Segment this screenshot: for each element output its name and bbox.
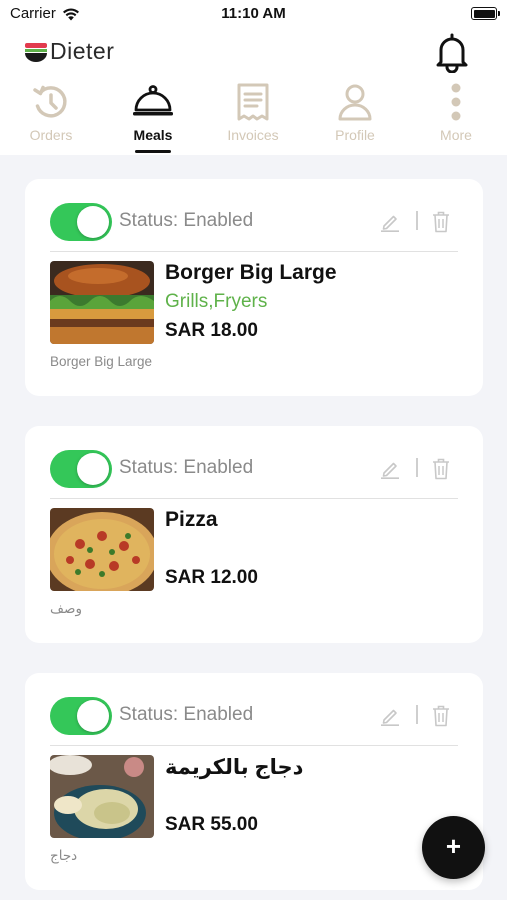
history-icon bbox=[33, 85, 67, 118]
meal-image-pizza bbox=[50, 508, 154, 591]
more-vertical-icon bbox=[451, 83, 461, 121]
battery-icon bbox=[471, 7, 500, 20]
status-label: Status: Enabled bbox=[119, 704, 254, 725]
meal-price: SAR 18.00 bbox=[165, 320, 258, 341]
tab-meals-label: Meals bbox=[133, 127, 173, 143]
tab-more-label: More bbox=[440, 127, 472, 143]
meal-name: Borger Big Large bbox=[165, 261, 337, 284]
status-toggle[interactable] bbox=[50, 450, 112, 488]
add-meal-button[interactable]: + bbox=[422, 816, 485, 879]
tab-orders-label: Orders bbox=[29, 127, 73, 143]
status-bar: Carrier 11:10 AM bbox=[0, 0, 507, 28]
edit-icon[interactable] bbox=[380, 212, 400, 232]
edit-icon[interactable] bbox=[380, 706, 400, 726]
logo-text: Dieter bbox=[50, 38, 115, 64]
status-label: Status: Enabled bbox=[119, 457, 254, 478]
meal-card[interactable]: Status: Enabled دجاج بالكريمة SAR 55.00 … bbox=[25, 673, 483, 890]
meal-image-burger bbox=[50, 261, 154, 344]
meal-description: Borger Big Large bbox=[50, 354, 153, 369]
meal-name: دجاج بالكريمة bbox=[165, 756, 304, 779]
status-toggle[interactable] bbox=[50, 697, 112, 735]
main-nav: Orders Meals Invoices Profile More bbox=[0, 82, 507, 155]
status-label: Status: Enabled bbox=[119, 210, 254, 231]
person-icon bbox=[338, 84, 372, 121]
trash-icon[interactable] bbox=[432, 458, 450, 480]
action-separator bbox=[416, 211, 418, 230]
meal-card[interactable]: Status: Enabled Borger Big Large Grills,… bbox=[25, 179, 483, 396]
card-divider bbox=[50, 251, 458, 252]
toggle-knob bbox=[77, 206, 109, 238]
meal-description: وصف bbox=[50, 601, 82, 616]
action-separator bbox=[416, 705, 418, 724]
tab-more[interactable]: More bbox=[411, 82, 501, 155]
tab-profile-label: Profile bbox=[335, 127, 375, 143]
meal-card[interactable]: Status: Enabled Pizza SAR 12.00 وصف bbox=[25, 426, 483, 643]
meal-categories: Grills,Fryers bbox=[165, 291, 268, 312]
meal-description: دجاج bbox=[50, 848, 78, 863]
tab-orders[interactable]: Orders bbox=[6, 82, 96, 155]
receipt-icon bbox=[237, 83, 269, 121]
meal-name: Pizza bbox=[165, 508, 218, 531]
edit-icon[interactable] bbox=[380, 459, 400, 479]
tab-profile[interactable]: Profile bbox=[310, 82, 400, 155]
tab-invoices[interactable]: Invoices bbox=[208, 82, 298, 155]
app-header: Carrier 11:10 AM Dieter Orders Meals Inv… bbox=[0, 0, 507, 155]
tab-invoices-label: Invoices bbox=[227, 127, 279, 143]
app-logo: Dieter bbox=[24, 38, 114, 65]
meal-price: SAR 55.00 bbox=[165, 814, 258, 835]
notification-bell-icon[interactable] bbox=[434, 33, 470, 73]
status-time: 11:10 AM bbox=[221, 5, 286, 22]
card-divider bbox=[50, 745, 458, 746]
tab-meals[interactable]: Meals bbox=[108, 82, 198, 155]
status-toggle[interactable] bbox=[50, 203, 112, 241]
action-separator bbox=[416, 458, 418, 477]
toggle-knob bbox=[77, 700, 109, 732]
cloche-icon bbox=[133, 85, 173, 116]
card-divider bbox=[50, 498, 458, 499]
trash-icon[interactable] bbox=[432, 211, 450, 233]
toggle-knob bbox=[77, 453, 109, 485]
logo-bowl-icon bbox=[25, 42, 47, 62]
meal-price: SAR 12.00 bbox=[165, 567, 258, 588]
active-tab-indicator bbox=[135, 150, 171, 153]
trash-icon[interactable] bbox=[432, 705, 450, 727]
meal-image-chicken-rice bbox=[50, 755, 154, 838]
